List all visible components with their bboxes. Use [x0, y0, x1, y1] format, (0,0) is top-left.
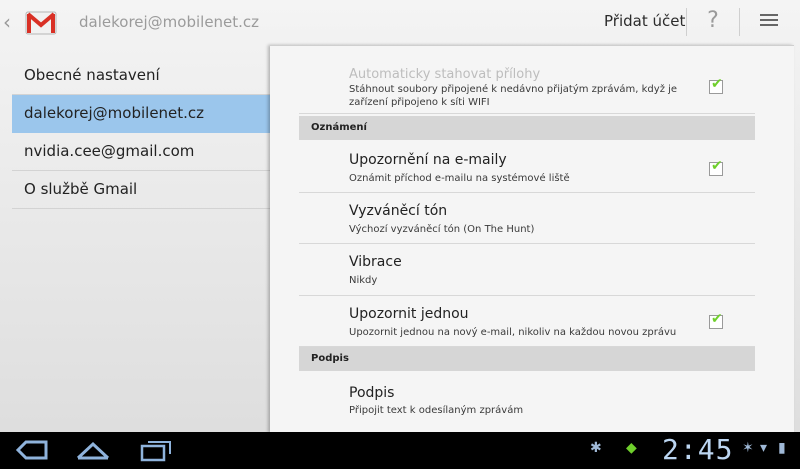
setting-title: Podpis: [349, 385, 395, 401]
debug-android-icon: ✱: [590, 440, 602, 456]
setting-subtitle: Upozornit jednou na nový e-mail, nikoliv…: [349, 327, 677, 338]
setting-vibrate[interactable]: Vibrace Nikdy: [299, 244, 755, 296]
setting-subtitle: Nikdy: [349, 275, 378, 286]
section-header-notifications: Oznámení: [299, 116, 755, 140]
home-icon[interactable]: [76, 438, 110, 462]
up-chevron-icon[interactable]: ‹: [3, 11, 11, 33]
setting-subtitle: Připojit text k odesílaným zprávám: [349, 405, 524, 416]
settings-panel: Automaticky stahovat přílohy Stáhnout so…: [270, 45, 794, 433]
setting-ringtone[interactable]: Vyzváněcí tón Výchozí vyzváněcí tón (On …: [299, 193, 755, 244]
section-title: Oznámení: [311, 122, 367, 133]
settings-category-list: Obecné nastavení dalekorej@mobilenet.cz …: [12, 57, 270, 209]
system-bar: ✱ ◆ 2:45 ✶ ▾ ▮: [0, 432, 800, 469]
help-icon[interactable]: ?: [704, 8, 722, 34]
setting-subtitle: Výchozí vyzváněcí tón (On The Hunt): [349, 224, 535, 235]
setting-title: Vibrace: [349, 254, 402, 270]
category-account-mobilenet[interactable]: dalekorej@mobilenet.cz: [12, 95, 270, 133]
setting-subtitle: Oznámit příchod e-mailu na systémové liš…: [349, 173, 570, 184]
setting-title: Vyzváněcí tón: [349, 203, 448, 219]
section-header-signature: Podpis: [299, 347, 755, 371]
sync-icon: ◆: [626, 440, 637, 456]
action-bar: ‹ dalekorej@mobilenet.cz Přidat účet ?: [0, 0, 800, 46]
category-account-gmail[interactable]: nvidia.cee@gmail.com: [12, 133, 270, 171]
add-account-button[interactable]: Přidat účet: [604, 12, 685, 30]
category-about-gmail[interactable]: O službě Gmail: [12, 171, 270, 209]
divider: [739, 8, 740, 36]
clock: 2:45: [662, 433, 734, 466]
prefetch-checkbox[interactable]: ✔: [709, 76, 723, 94]
setting-email-notifications[interactable]: Upozornění na e-maily Oznámit příchod e-…: [299, 140, 755, 193]
setting-prefetch[interactable]: Automaticky stahovat přílohy Stáhnout so…: [299, 46, 755, 114]
divider: [686, 8, 687, 36]
setting-signature[interactable]: Podpis Připojit text k odesílaným zprává…: [299, 371, 755, 421]
setting-notify-once[interactable]: Upozornit jednou Upozornit jednou na nov…: [299, 296, 755, 347]
overflow-menu-icon[interactable]: [760, 14, 778, 30]
checkmark-icon: ✔: [711, 311, 723, 327]
checkmark-icon: ✔: [711, 158, 723, 174]
account-title: dalekorej@mobilenet.cz: [79, 13, 260, 31]
recent-apps-icon[interactable]: [140, 438, 172, 462]
setting-title: Upozornit jednou: [349, 306, 469, 322]
gmail-logo-icon[interactable]: [24, 6, 58, 40]
setting-subtitle: Stáhnout soubory připojené k nedávno při…: [349, 84, 678, 108]
email-notifications-checkbox[interactable]: ✔: [709, 158, 723, 176]
category-general[interactable]: Obecné nastavení: [12, 57, 270, 95]
battery-icon: ▮: [778, 440, 786, 456]
section-title: Podpis: [311, 353, 349, 364]
bluetooth-icon: ✶: [742, 440, 754, 456]
checkmark-icon: ✔: [711, 76, 723, 92]
wifi-icon: ▾: [760, 440, 768, 456]
setting-title: Upozornění na e-maily: [349, 152, 507, 168]
setting-title: Automaticky stahovat přílohy: [349, 67, 541, 82]
notify-once-checkbox[interactable]: ✔: [709, 311, 723, 329]
back-icon[interactable]: [14, 438, 50, 462]
